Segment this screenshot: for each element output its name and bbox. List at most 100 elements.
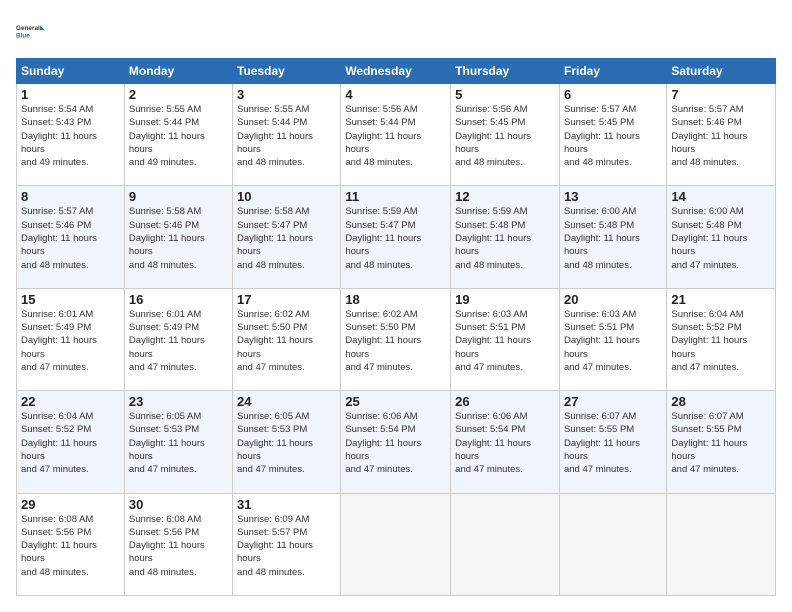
day-info-line: Sunset: 5:45 PM: [564, 116, 662, 129]
calendar-cell: 7 Sunrise: 5:57 AMSunset: 5:46 PMDayligh…: [667, 84, 776, 186]
day-info-line: and 47 minutes.: [345, 361, 446, 374]
calendar-cell: 21 Sunrise: 6:04 AMSunset: 5:52 PMDaylig…: [667, 288, 776, 390]
day-info-line: and 49 minutes.: [21, 156, 120, 169]
day-info-line: Sunset: 5:49 PM: [21, 321, 120, 334]
day-info-line: Sunrise: 6:07 AM: [671, 410, 771, 423]
day-number: 27: [564, 394, 662, 409]
day-info-line: Sunrise: 6:09 AM: [237, 513, 336, 526]
day-info-line: Daylight: 11 hours hours: [129, 232, 228, 259]
calendar-cell: 24 Sunrise: 6:05 AMSunset: 5:53 PMDaylig…: [233, 391, 341, 493]
calendar-cell: 31 Sunrise: 6:09 AMSunset: 5:57 PMDaylig…: [233, 493, 341, 595]
day-info-line: Daylight: 11 hours hours: [345, 437, 446, 464]
day-info-line: Sunset: 5:53 PM: [129, 423, 228, 436]
day-info-line: Daylight: 11 hours hours: [345, 130, 446, 157]
day-info-line: and 48 minutes.: [237, 156, 336, 169]
day-info-line: Sunrise: 5:55 AM: [237, 103, 336, 116]
day-info-line: Sunrise: 5:56 AM: [455, 103, 555, 116]
day-info-line: and 47 minutes.: [345, 463, 446, 476]
day-info-line: Sunrise: 6:08 AM: [21, 513, 120, 526]
day-number: 9: [129, 189, 228, 204]
calendar-cell: 6 Sunrise: 5:57 AMSunset: 5:45 PMDayligh…: [559, 84, 666, 186]
day-info-line: and 48 minutes.: [564, 259, 662, 272]
day-info-line: Sunset: 5:51 PM: [455, 321, 555, 334]
day-info-line: Sunset: 5:56 PM: [129, 526, 228, 539]
day-info-line: Sunset: 5:44 PM: [237, 116, 336, 129]
calendar-cell: 10 Sunrise: 5:58 AMSunset: 5:47 PMDaylig…: [233, 186, 341, 288]
day-info-line: Daylight: 11 hours hours: [21, 130, 120, 157]
day-info-line: and 47 minutes.: [564, 463, 662, 476]
day-number: 5: [455, 87, 555, 102]
day-info-line: and 48 minutes.: [129, 566, 228, 579]
day-info-line: and 47 minutes.: [237, 463, 336, 476]
day-info-line: Daylight: 11 hours hours: [21, 232, 120, 259]
calendar-cell: 13 Sunrise: 6:00 AMSunset: 5:48 PMDaylig…: [559, 186, 666, 288]
day-info-line: Daylight: 11 hours hours: [237, 334, 336, 361]
day-info-line: Daylight: 11 hours hours: [21, 437, 120, 464]
day-info-line: Daylight: 11 hours hours: [129, 334, 228, 361]
day-info-line: Daylight: 11 hours hours: [671, 334, 771, 361]
calendar-cell: 8 Sunrise: 5:57 AMSunset: 5:46 PMDayligh…: [17, 186, 125, 288]
day-info-line: Sunrise: 5:58 AM: [129, 205, 228, 218]
day-number: 28: [671, 394, 771, 409]
day-number: 20: [564, 292, 662, 307]
calendar-cell: [341, 493, 451, 595]
calendar-cell: [451, 493, 560, 595]
day-info-line: and 47 minutes.: [455, 463, 555, 476]
day-info: Sunrise: 6:08 AMSunset: 5:56 PMDaylight:…: [21, 513, 120, 579]
day-header-thursday: Thursday: [451, 59, 560, 84]
day-info-line: Daylight: 11 hours hours: [345, 334, 446, 361]
day-info-line: Sunrise: 6:00 AM: [671, 205, 771, 218]
day-info-line: Daylight: 11 hours hours: [237, 232, 336, 259]
day-number: 29: [21, 497, 120, 512]
day-info-line: Sunrise: 6:02 AM: [345, 308, 446, 321]
day-info-line: Sunrise: 6:05 AM: [129, 410, 228, 423]
day-info-line: and 47 minutes.: [129, 463, 228, 476]
day-info-line: Daylight: 11 hours hours: [671, 232, 771, 259]
day-info: Sunrise: 5:55 AMSunset: 5:44 PMDaylight:…: [129, 103, 228, 169]
calendar-week-4: 22 Sunrise: 6:04 AMSunset: 5:52 PMDaylig…: [17, 391, 776, 493]
day-info-line: Sunset: 5:50 PM: [345, 321, 446, 334]
day-info-line: Sunrise: 6:06 AM: [345, 410, 446, 423]
day-info: Sunrise: 6:07 AMSunset: 5:55 PMDaylight:…: [671, 410, 771, 476]
day-number: 17: [237, 292, 336, 307]
calendar-cell: [559, 493, 666, 595]
day-info-line: and 48 minutes.: [455, 259, 555, 272]
day-info: Sunrise: 5:57 AMSunset: 5:46 PMDaylight:…: [671, 103, 771, 169]
day-info: Sunrise: 6:01 AMSunset: 5:49 PMDaylight:…: [129, 308, 228, 374]
calendar-cell: 17 Sunrise: 6:02 AMSunset: 5:50 PMDaylig…: [233, 288, 341, 390]
day-info: Sunrise: 6:05 AMSunset: 5:53 PMDaylight:…: [237, 410, 336, 476]
day-info-line: Daylight: 11 hours hours: [237, 437, 336, 464]
day-info-line: Sunset: 5:57 PM: [237, 526, 336, 539]
day-info-line: Sunrise: 5:58 AM: [237, 205, 336, 218]
day-number: 10: [237, 189, 336, 204]
day-info-line: Sunset: 5:43 PM: [21, 116, 120, 129]
day-info: Sunrise: 5:58 AMSunset: 5:47 PMDaylight:…: [237, 205, 336, 271]
day-info: Sunrise: 6:06 AMSunset: 5:54 PMDaylight:…: [455, 410, 555, 476]
day-number: 8: [21, 189, 120, 204]
calendar-cell: 27 Sunrise: 6:07 AMSunset: 5:55 PMDaylig…: [559, 391, 666, 493]
day-info-line: and 48 minutes.: [455, 156, 555, 169]
day-number: 25: [345, 394, 446, 409]
day-info-line: Sunrise: 5:56 AM: [345, 103, 446, 116]
logo-icon: GeneralBlue: [16, 16, 48, 48]
day-info-line: and 47 minutes.: [21, 361, 120, 374]
day-info-line: Daylight: 11 hours hours: [237, 130, 336, 157]
day-number: 11: [345, 189, 446, 204]
day-info: Sunrise: 6:02 AMSunset: 5:50 PMDaylight:…: [237, 308, 336, 374]
day-info: Sunrise: 6:00 AMSunset: 5:48 PMDaylight:…: [671, 205, 771, 271]
day-info-line: Daylight: 11 hours hours: [129, 437, 228, 464]
calendar-table: SundayMondayTuesdayWednesdayThursdayFrid…: [16, 58, 776, 596]
day-info-line: and 48 minutes.: [21, 566, 120, 579]
calendar-cell: 29 Sunrise: 6:08 AMSunset: 5:56 PMDaylig…: [17, 493, 125, 595]
day-info-line: Sunset: 5:52 PM: [671, 321, 771, 334]
day-info-line: and 47 minutes.: [564, 361, 662, 374]
calendar-cell: 2 Sunrise: 5:55 AMSunset: 5:44 PMDayligh…: [124, 84, 232, 186]
calendar-cell: 12 Sunrise: 5:59 AMSunset: 5:48 PMDaylig…: [451, 186, 560, 288]
calendar-cell: 1 Sunrise: 5:54 AMSunset: 5:43 PMDayligh…: [17, 84, 125, 186]
day-info: Sunrise: 6:04 AMSunset: 5:52 PMDaylight:…: [21, 410, 120, 476]
day-info-line: Sunset: 5:49 PM: [129, 321, 228, 334]
calendar-cell: 18 Sunrise: 6:02 AMSunset: 5:50 PMDaylig…: [341, 288, 451, 390]
day-info: Sunrise: 5:59 AMSunset: 5:47 PMDaylight:…: [345, 205, 446, 271]
logo: GeneralBlue: [16, 16, 48, 48]
day-info-line: and 47 minutes.: [21, 463, 120, 476]
